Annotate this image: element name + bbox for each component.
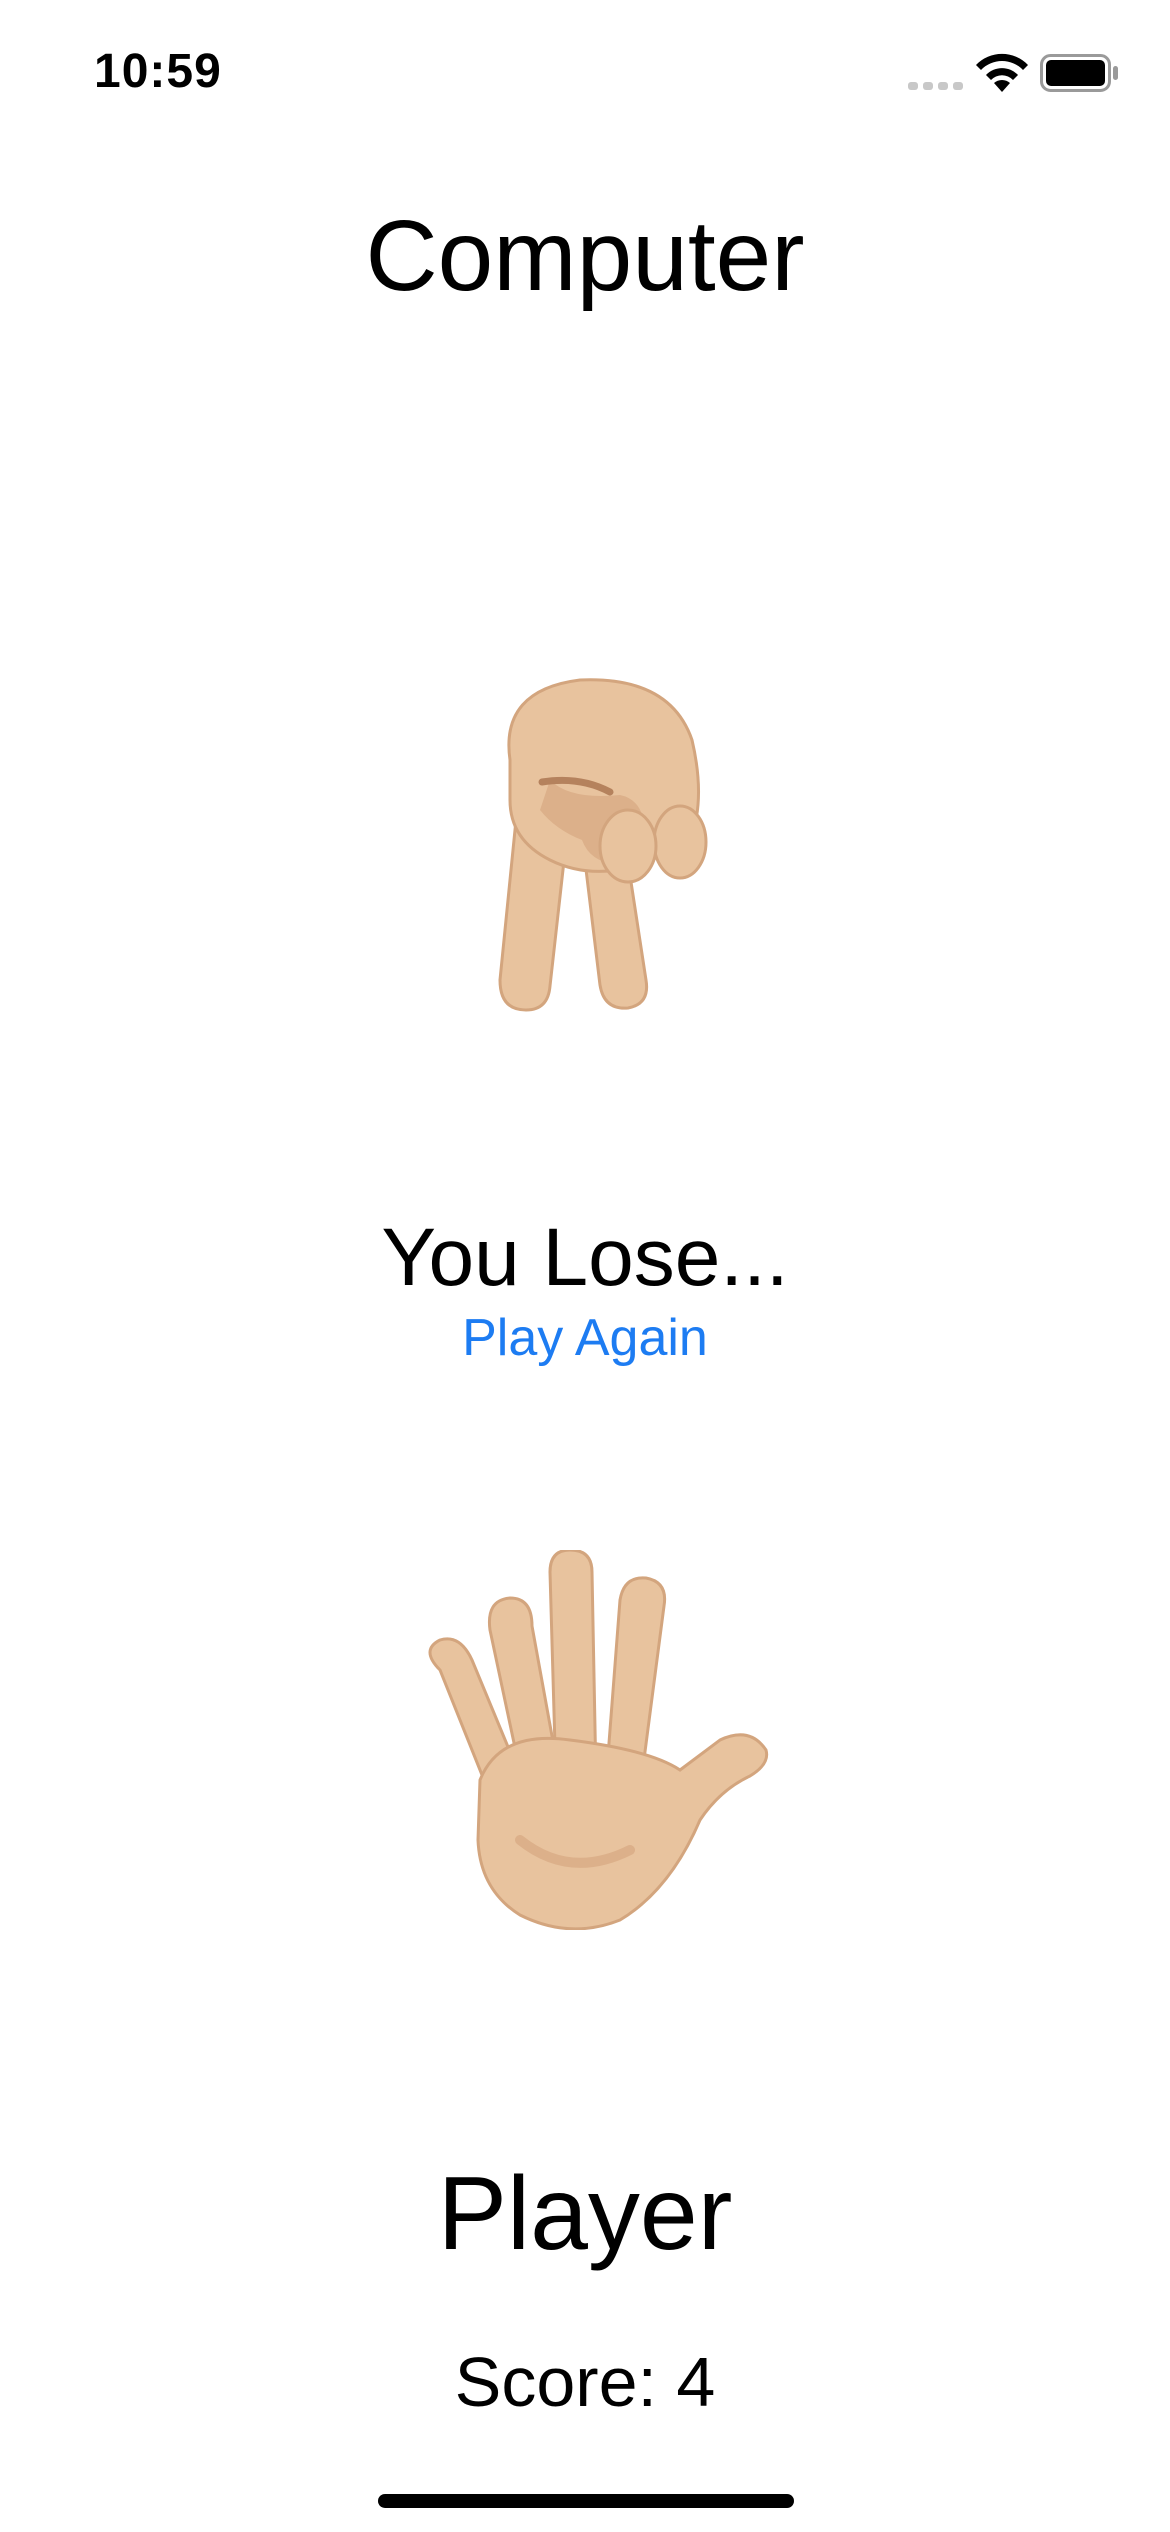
score-text: Score: 4 bbox=[454, 2343, 716, 2421]
fingers-crossed-downward-icon bbox=[498, 678, 708, 1012]
wifi-icon bbox=[976, 53, 1028, 92]
play-again-button[interactable]: Play Again bbox=[0, 1306, 1170, 1370]
result-text: You Lose... bbox=[381, 1212, 789, 1303]
computer-title: Computer bbox=[365, 200, 805, 312]
status-time: 10:59 bbox=[94, 45, 222, 98]
status-bar: 10:59 bbox=[0, 0, 1170, 150]
player-title: Player bbox=[437, 2156, 733, 2272]
home-indicator[interactable] bbox=[378, 2494, 794, 2508]
cellular-signal-icon bbox=[908, 82, 963, 90]
battery-icon bbox=[1040, 54, 1118, 92]
raised-open-hand-icon bbox=[428, 1550, 769, 1930]
